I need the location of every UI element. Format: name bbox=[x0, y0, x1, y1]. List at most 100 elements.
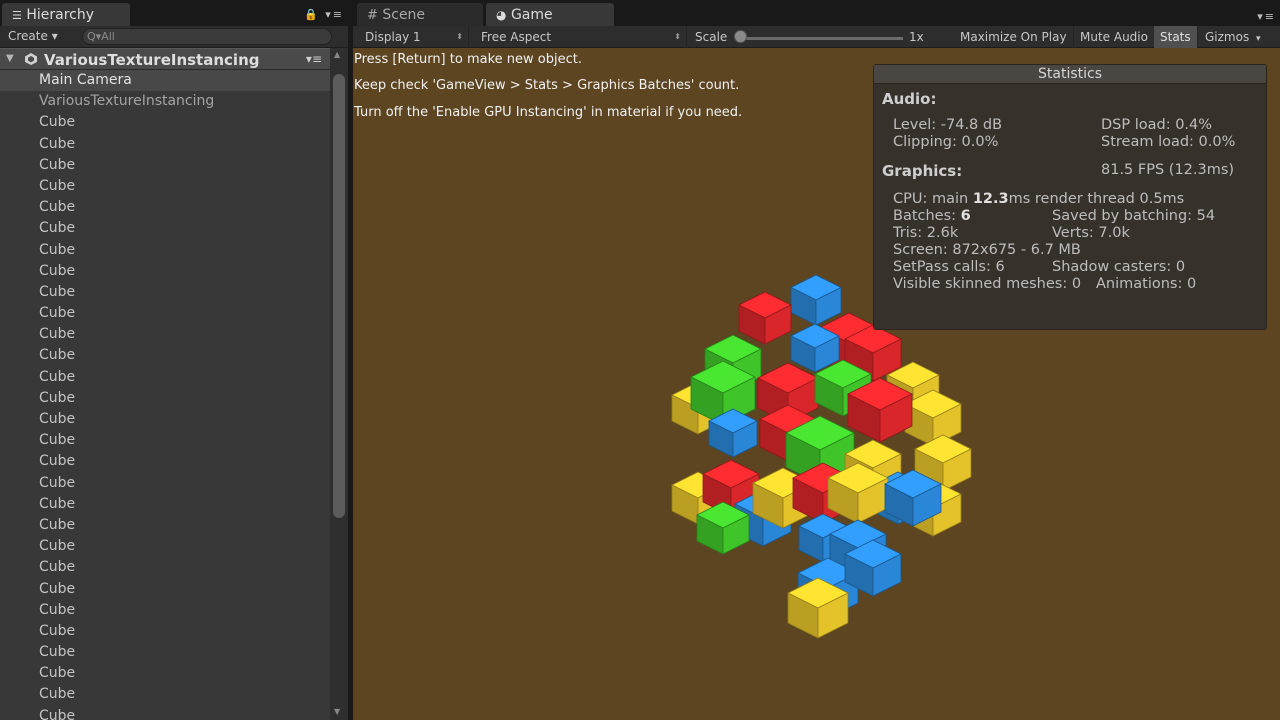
stream-load: Stream load: 0.0% bbox=[1101, 134, 1236, 150]
cpu-main: 12.3 bbox=[972, 191, 1009, 207]
cpu-time: CPU: main 12.3ms render thread 0.5ms bbox=[893, 191, 1184, 207]
hierarchy-item[interactable]: Cube bbox=[0, 473, 330, 494]
stats-toggle[interactable]: Stats bbox=[1154, 26, 1198, 48]
gizmos-label: Gizmos bbox=[1205, 30, 1250, 44]
maximize-on-play-toggle[interactable]: Maximize On Play bbox=[954, 26, 1074, 48]
hierarchy-item[interactable]: VariousTextureInstancing bbox=[0, 91, 330, 112]
tab-hierarchy-label: Hierarchy bbox=[26, 7, 94, 23]
mute-audio-toggle[interactable]: Mute Audio bbox=[1074, 26, 1155, 48]
hierarchy-item[interactable]: Cube bbox=[0, 430, 330, 451]
grid-icon: # bbox=[367, 8, 378, 23]
saved-by-batching: Saved by batching: 54 bbox=[1052, 208, 1216, 224]
aspect-dropdown[interactable]: Free Aspect ⬍ bbox=[475, 26, 687, 48]
statistics-title: Statistics bbox=[874, 65, 1266, 84]
hierarchy-item[interactable]: Cube bbox=[0, 600, 330, 621]
hierarchy-tabbar: ☰ Hierarchy 🔒 ▾≡ bbox=[0, 0, 348, 26]
scroll-down-icon[interactable]: ▼ bbox=[334, 707, 340, 716]
tab-scene[interactable]: # Scene bbox=[357, 3, 483, 26]
cube bbox=[790, 274, 842, 326]
panel-menu-icon[interactable]: ▾≡ bbox=[1257, 10, 1276, 23]
screen: Screen: 872x675 - 6.7 MB bbox=[893, 242, 1081, 258]
hierarchy-item[interactable]: Cube bbox=[0, 367, 330, 388]
graphics-heading: Graphics: bbox=[882, 162, 963, 180]
hierarchy-item[interactable]: Cube bbox=[0, 579, 330, 600]
hierarchy-item[interactable]: Cube bbox=[0, 282, 330, 303]
hint-text: Keep check 'GameView > Stats > Graphics … bbox=[354, 78, 740, 93]
hierarchy-item[interactable]: Cube bbox=[0, 515, 330, 536]
scene-name: VariousTextureInstancing bbox=[44, 51, 260, 69]
animations: Animations: 0 bbox=[1096, 276, 1197, 292]
hierarchy-toolbar: Create ▾ Q▾All bbox=[0, 26, 348, 48]
aspect-value: Free Aspect bbox=[481, 30, 552, 44]
scene-menu-icon[interactable]: ▾≡ bbox=[306, 52, 322, 66]
tab-scene-label: Scene bbox=[382, 7, 426, 23]
hierarchy-item[interactable]: Cube bbox=[0, 494, 330, 515]
scale-slider-knob[interactable] bbox=[734, 30, 747, 43]
hierarchy-item[interactable]: Cube bbox=[0, 324, 330, 345]
hint-text: Turn off the 'Enable GPU Instancing' in … bbox=[354, 105, 743, 120]
hierarchy-item[interactable]: Cube bbox=[0, 112, 330, 133]
scroll-up-icon[interactable]: ▲ bbox=[334, 50, 340, 59]
display-value: Display 1 bbox=[365, 30, 421, 44]
display-dropdown[interactable]: Display 1 ⬍ bbox=[359, 26, 469, 48]
hierarchy-item[interactable]: Cube bbox=[0, 663, 330, 684]
lock-and-menu-icon[interactable]: 🔒 ▾≡ bbox=[304, 8, 344, 21]
hierarchy-item[interactable]: Cube bbox=[0, 218, 330, 239]
tris: Tris: 2.6k bbox=[893, 225, 959, 241]
batches-prefix: Batches: bbox=[893, 208, 961, 224]
scene-header[interactable]: ▼ VariousTextureInstancing ▾≡ bbox=[0, 48, 330, 70]
hierarchy-item[interactable]: Cube bbox=[0, 557, 330, 578]
hierarchy-scrollbar[interactable]: ▲ ▼ bbox=[330, 48, 348, 720]
tab-hierarchy[interactable]: ☰ Hierarchy bbox=[2, 3, 130, 26]
scale-label: Scale bbox=[695, 30, 728, 44]
statistics-overlay: Statistics Audio: Level: -74.8 dB DSP lo… bbox=[873, 64, 1267, 330]
hierarchy-item[interactable]: Cube bbox=[0, 303, 330, 324]
scale-slider-track[interactable] bbox=[737, 37, 903, 40]
hierarchy-item[interactable]: Cube bbox=[0, 345, 330, 366]
game-tabbar: # Scene ◕ Game ▾≡ bbox=[353, 0, 1280, 26]
cpu-suffix: ms render thread 0.5ms bbox=[1008, 191, 1185, 207]
verts: Verts: 7.0k bbox=[1052, 225, 1130, 241]
hierarchy-item[interactable]: Cube bbox=[0, 176, 330, 197]
hierarchy-item[interactable]: Cube bbox=[0, 621, 330, 642]
hierarchy-item[interactable]: Cube bbox=[0, 134, 330, 155]
hierarchy-item[interactable]: Cube bbox=[0, 451, 330, 472]
visible-skinned-meshes: Visible skinned meshes: 0 bbox=[893, 276, 1082, 292]
audio-level: Level: -74.8 dB bbox=[893, 117, 1003, 133]
game-viewport[interactable]: Press [Return] to make new object. Keep … bbox=[353, 48, 1280, 720]
hierarchy-item[interactable]: Cube bbox=[0, 536, 330, 557]
gizmos-dropdown[interactable]: Gizmos ▾ bbox=[1199, 26, 1280, 48]
hierarchy-item[interactable]: Cube bbox=[0, 197, 330, 218]
audio-heading: Audio: bbox=[882, 90, 937, 108]
hierarchy-list: ▼ VariousTextureInstancing ▾≡ Main Camer… bbox=[0, 48, 330, 720]
tab-game-label: Game bbox=[510, 7, 553, 23]
create-button[interactable]: Create ▾ bbox=[8, 29, 58, 43]
updown-arrows-icon: ⬍ bbox=[456, 32, 463, 41]
hierarchy-item[interactable]: Cube bbox=[0, 388, 330, 409]
shadow-casters: Shadow casters: 0 bbox=[1052, 259, 1186, 275]
hierarchy-item[interactable]: Cube bbox=[0, 684, 330, 705]
updown-arrows-icon: ⬍ bbox=[674, 32, 681, 41]
hierarchy-item[interactable]: Cube bbox=[0, 706, 330, 720]
hierarchy-item[interactable]: Cube bbox=[0, 409, 330, 430]
dropdown-arrow-icon: ▾ bbox=[1256, 34, 1261, 44]
setpass-calls: SetPass calls: 6 bbox=[893, 259, 1005, 275]
scale-value: 1x bbox=[909, 30, 924, 44]
tab-game[interactable]: ◕ Game bbox=[486, 3, 614, 26]
hierarchy-item[interactable]: Cube bbox=[0, 155, 330, 176]
scrollbar-thumb[interactable] bbox=[333, 74, 345, 518]
clipping: Clipping: 0.0% bbox=[893, 134, 999, 150]
cube bbox=[738, 291, 792, 345]
hierarchy-item[interactable]: Cube bbox=[0, 642, 330, 663]
pacman-icon: ◕ bbox=[496, 8, 507, 22]
expand-arrow-icon[interactable]: ▼ bbox=[6, 53, 14, 64]
search-input[interactable]: Q▾All bbox=[82, 28, 332, 45]
batches-value: 6 bbox=[960, 208, 971, 224]
hierarchy-item[interactable]: Cube bbox=[0, 261, 330, 282]
dsp-load: DSP load: 0.4% bbox=[1101, 117, 1213, 133]
list-icon: ☰ bbox=[12, 9, 22, 22]
game-toolbar: Display 1 ⬍ Free Aspect ⬍ Scale 1x Maxim… bbox=[353, 26, 1280, 48]
hierarchy-item[interactable]: Main Camera bbox=[0, 70, 330, 92]
game-panel: # Scene ◕ Game ▾≡ Display 1 ⬍ Free Aspec… bbox=[353, 0, 1280, 720]
hierarchy-item[interactable]: Cube bbox=[0, 240, 330, 261]
